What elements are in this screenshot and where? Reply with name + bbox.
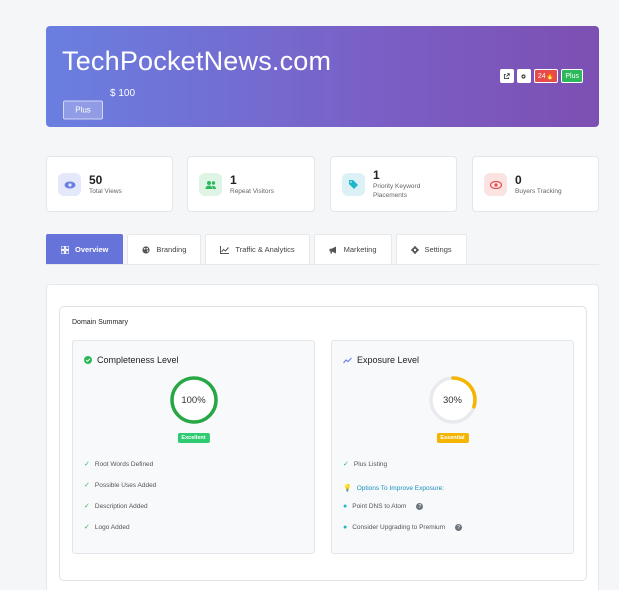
stat-card-repeat-visitors: 1 Repeat Visitors [187,156,315,212]
users-icon [199,173,222,196]
domain-price: $ 100 [110,88,136,99]
stat-card-priority-keyword: 1 Priority Keyword Placements [330,156,457,212]
external-link-icon[interactable] [499,69,514,83]
completeness-ring: 100% [168,374,220,426]
stat-value: 0 [515,173,522,187]
tab-traffic-analytics[interactable]: Traffic & Analytics [205,234,310,264]
check-icon: ✓ [84,524,90,531]
stat-label: Repeat Visitors [230,188,274,195]
tab-settings[interactable]: Settings [395,234,467,264]
completeness-percent: 100% [181,394,206,406]
palette-icon [142,245,150,254]
tab-label: Branding [156,245,187,254]
tabs-divider [46,264,599,265]
check-icon: ✓ [343,461,349,468]
chart-line-icon [220,245,230,254]
exposure-card: Exposure Level 30% Essential ✓ Plus Listi… [331,340,574,554]
check-icon: ✓ [84,503,90,510]
gear-icon [410,245,419,254]
list-item: ✓ Root Words Defined [84,460,154,469]
check-icon: ✓ [84,461,90,468]
tags-icon [342,173,365,196]
stat-value: 1 [230,173,237,187]
tab-branding[interactable]: Branding [127,234,202,264]
exposure-percent: 30% [442,394,462,406]
stat-label: Total Views [89,188,122,195]
tab-label: Traffic & Analytics [235,245,295,254]
check-icon: ✓ [84,482,90,489]
exposure-title: Exposure Level [357,355,420,365]
dashboard-icon [61,245,69,254]
domain-summary-title: Domain Summary [72,319,129,326]
list-item: ✓ Possible Uses Added [84,481,157,490]
tab-label: Overview [75,245,109,254]
exposure-badge: Essential [436,433,469,443]
tab-marketing[interactable]: Marketing [313,234,392,264]
check-circle-icon [84,356,92,364]
eye-icon [58,173,81,196]
gear-icon[interactable] [516,69,531,83]
list-item: ● Consider Upgrading to Premium? [343,524,463,531]
overview-panel: Domain Summary Completeness Level 100% E… [46,284,599,590]
options-heading: 💡 Options To Improve Exposure: [343,484,445,493]
completeness-title: Completeness Level [97,355,179,365]
completeness-badge: Excellent [177,433,210,443]
completeness-heading: Completeness Level [84,355,179,365]
exposure-heading: Exposure Level [343,355,419,365]
completeness-card: Completeness Level 100% Excellent ✓ Root … [72,340,315,554]
map-pin-icon: ● [343,503,348,510]
domain-tabs: Overview Branding Traffic & Analytics Ma… [46,234,467,264]
chart-line-icon [343,357,352,363]
list-item: ✓ Logo Added [84,523,130,532]
tab-label: Marketing [343,245,377,254]
list-item: ✓ Plus Listing [343,460,388,469]
tab-label: Settings [424,245,452,254]
exposure-ring: 30% [427,374,479,426]
question-icon[interactable]: ? [455,524,463,531]
hot-badge[interactable]: 24🔥 [533,69,559,83]
megaphone-icon [329,246,336,253]
question-icon[interactable]: ? [416,503,424,510]
stat-value: 50 [89,173,103,187]
stat-value: 1 [373,168,380,182]
lightbulb-icon: 💡 [343,485,352,492]
list-item: ● Point DNS to Atom? [343,503,424,510]
domain-title: TechPocketNews.com [62,46,332,76]
plan-button[interactable]: Plus [63,100,103,120]
stat-label: Buyers Tracking [515,188,562,195]
domain-summary: Domain Summary Completeness Level 100% E… [59,306,587,581]
list-item: ✓ Description Added [84,502,148,511]
stat-label: Priority Keyword Placements [373,183,421,199]
map-pin-icon: ● [343,524,348,531]
stat-card-total-views: 50 Total Views [46,156,173,212]
domain-header-banner: TechPocketNews.com Plus $ 100 24🔥 Plus [46,26,599,127]
plus-badge[interactable]: Plus [561,69,583,83]
stat-card-buyers-tracking: 0 Buyers Tracking [472,156,599,212]
header-tools: 24🔥 Plus [499,69,583,83]
tab-overview[interactable]: Overview [46,234,124,264]
eye-icon [484,173,507,196]
